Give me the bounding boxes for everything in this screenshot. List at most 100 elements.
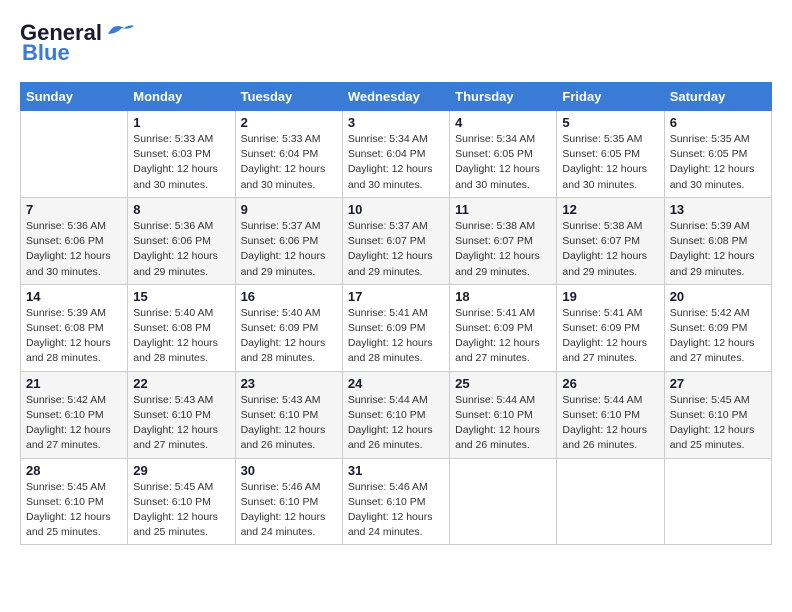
calendar-cell: 9 Sunrise: 5:37 AM Sunset: 6:06 PM Daylig…: [235, 197, 342, 284]
day-number: 19: [562, 289, 658, 304]
day-info: Sunrise: 5:44 AM Sunset: 6:10 PM Dayligh…: [348, 393, 444, 454]
day-info: Sunrise: 5:36 AM Sunset: 6:06 PM Dayligh…: [26, 219, 122, 280]
day-info: Sunrise: 5:35 AM Sunset: 6:05 PM Dayligh…: [670, 132, 766, 193]
day-info: Sunrise: 5:42 AM Sunset: 6:09 PM Dayligh…: [670, 306, 766, 367]
day-info: Sunrise: 5:40 AM Sunset: 6:08 PM Dayligh…: [133, 306, 229, 367]
day-number: 27: [670, 376, 766, 391]
calendar-cell: 16Sunrise: 5:40 AM Sunset: 6:09 PM Dayli…: [235, 284, 342, 371]
day-info: Sunrise: 5:46 AM Sunset: 6:10 PM Dayligh…: [348, 480, 444, 541]
day-number: 7: [26, 202, 122, 217]
calendar-cell: 4 Sunrise: 5:34 AM Sunset: 6:05 PM Daylig…: [450, 111, 557, 198]
day-number: 23: [241, 376, 337, 391]
day-number: 14: [26, 289, 122, 304]
day-info: Sunrise: 5:43 AM Sunset: 6:10 PM Dayligh…: [241, 393, 337, 454]
calendar-cell: 21Sunrise: 5:42 AM Sunset: 6:10 PM Dayli…: [21, 371, 128, 458]
day-info: Sunrise: 5:45 AM Sunset: 6:10 PM Dayligh…: [26, 480, 122, 541]
day-number: 4: [455, 115, 551, 130]
day-info: Sunrise: 5:38 AM Sunset: 6:07 PM Dayligh…: [562, 219, 658, 280]
logo-bird-icon: [104, 20, 136, 40]
calendar-cell: 6 Sunrise: 5:35 AM Sunset: 6:05 PM Daylig…: [664, 111, 771, 198]
day-info: Sunrise: 5:40 AM Sunset: 6:09 PM Dayligh…: [241, 306, 337, 367]
calendar-cell: [21, 111, 128, 198]
day-number: 18: [455, 289, 551, 304]
calendar-cell: 25Sunrise: 5:44 AM Sunset: 6:10 PM Dayli…: [450, 371, 557, 458]
calendar-cell: 28 Sunrise: 5:45 AM Sunset: 6:10 PM Dayli…: [21, 458, 128, 545]
weekday-header-wednesday: Wednesday: [342, 83, 449, 111]
day-number: 15: [133, 289, 229, 304]
calendar-cell: 3 Sunrise: 5:34 AM Sunset: 6:04 PM Daylig…: [342, 111, 449, 198]
day-number: 29: [133, 463, 229, 478]
day-number: 28: [26, 463, 122, 478]
calendar-cell: 27 Sunrise: 5:45 AM Sunset: 6:10 PM Dayli…: [664, 371, 771, 458]
calendar-cell: [664, 458, 771, 545]
day-number: 12: [562, 202, 658, 217]
week-row-4: 21Sunrise: 5:42 AM Sunset: 6:10 PM Dayli…: [21, 371, 772, 458]
weekday-header-thursday: Thursday: [450, 83, 557, 111]
day-number: 9: [241, 202, 337, 217]
week-row-5: 28 Sunrise: 5:45 AM Sunset: 6:10 PM Dayli…: [21, 458, 772, 545]
day-info: Sunrise: 5:33 AM Sunset: 6:03 PM Dayligh…: [133, 132, 229, 193]
calendar-cell: 2 Sunrise: 5:33 AM Sunset: 6:04 PM Daylig…: [235, 111, 342, 198]
day-number: 13: [670, 202, 766, 217]
logo: General Blue: [20, 20, 136, 66]
day-info: Sunrise: 5:37 AM Sunset: 6:06 PM Dayligh…: [241, 219, 337, 280]
day-number: 8: [133, 202, 229, 217]
day-info: Sunrise: 5:35 AM Sunset: 6:05 PM Dayligh…: [562, 132, 658, 193]
day-number: 11: [455, 202, 551, 217]
day-info: Sunrise: 5:38 AM Sunset: 6:07 PM Dayligh…: [455, 219, 551, 280]
day-number: 24: [348, 376, 444, 391]
day-number: 5: [562, 115, 658, 130]
day-number: 20: [670, 289, 766, 304]
day-number: 31: [348, 463, 444, 478]
logo-blue: Blue: [22, 40, 70, 66]
week-row-3: 14 Sunrise: 5:39 AM Sunset: 6:08 PM Dayli…: [21, 284, 772, 371]
calendar-cell: 14 Sunrise: 5:39 AM Sunset: 6:08 PM Dayli…: [21, 284, 128, 371]
day-number: 30: [241, 463, 337, 478]
calendar-cell: 7 Sunrise: 5:36 AM Sunset: 6:06 PM Daylig…: [21, 197, 128, 284]
calendar-cell: 31 Sunrise: 5:46 AM Sunset: 6:10 PM Dayli…: [342, 458, 449, 545]
day-info: Sunrise: 5:42 AM Sunset: 6:10 PM Dayligh…: [26, 393, 122, 454]
calendar-cell: 1 Sunrise: 5:33 AM Sunset: 6:03 PM Daylig…: [128, 111, 235, 198]
day-info: Sunrise: 5:34 AM Sunset: 6:05 PM Dayligh…: [455, 132, 551, 193]
day-info: Sunrise: 5:45 AM Sunset: 6:10 PM Dayligh…: [670, 393, 766, 454]
calendar-cell: 13 Sunrise: 5:39 AM Sunset: 6:08 PM Dayli…: [664, 197, 771, 284]
calendar-cell: 24 Sunrise: 5:44 AM Sunset: 6:10 PM Dayli…: [342, 371, 449, 458]
calendar-cell: [450, 458, 557, 545]
day-number: 17: [348, 289, 444, 304]
calendar-cell: 18Sunrise: 5:41 AM Sunset: 6:09 PM Dayli…: [450, 284, 557, 371]
calendar-cell: 12 Sunrise: 5:38 AM Sunset: 6:07 PM Dayli…: [557, 197, 664, 284]
weekday-header-monday: Monday: [128, 83, 235, 111]
day-info: Sunrise: 5:37 AM Sunset: 6:07 PM Dayligh…: [348, 219, 444, 280]
page-header: General Blue: [20, 20, 772, 66]
calendar-cell: 10Sunrise: 5:37 AM Sunset: 6:07 PM Dayli…: [342, 197, 449, 284]
calendar-cell: 22Sunrise: 5:43 AM Sunset: 6:10 PM Dayli…: [128, 371, 235, 458]
day-info: Sunrise: 5:44 AM Sunset: 6:10 PM Dayligh…: [562, 393, 658, 454]
week-row-1: 1 Sunrise: 5:33 AM Sunset: 6:03 PM Daylig…: [21, 111, 772, 198]
weekday-header-friday: Friday: [557, 83, 664, 111]
day-number: 6: [670, 115, 766, 130]
day-number: 1: [133, 115, 229, 130]
day-info: Sunrise: 5:44 AM Sunset: 6:10 PM Dayligh…: [455, 393, 551, 454]
calendar-cell: 29Sunrise: 5:45 AM Sunset: 6:10 PM Dayli…: [128, 458, 235, 545]
calendar-table: SundayMondayTuesdayWednesdayThursdayFrid…: [20, 82, 772, 545]
day-info: Sunrise: 5:33 AM Sunset: 6:04 PM Dayligh…: [241, 132, 337, 193]
calendar-cell: 11 Sunrise: 5:38 AM Sunset: 6:07 PM Dayli…: [450, 197, 557, 284]
day-number: 2: [241, 115, 337, 130]
calendar-cell: 19Sunrise: 5:41 AM Sunset: 6:09 PM Dayli…: [557, 284, 664, 371]
day-info: Sunrise: 5:39 AM Sunset: 6:08 PM Dayligh…: [670, 219, 766, 280]
day-info: Sunrise: 5:34 AM Sunset: 6:04 PM Dayligh…: [348, 132, 444, 193]
calendar-cell: 23 Sunrise: 5:43 AM Sunset: 6:10 PM Dayli…: [235, 371, 342, 458]
day-number: 3: [348, 115, 444, 130]
weekday-header-saturday: Saturday: [664, 83, 771, 111]
weekday-header-sunday: Sunday: [21, 83, 128, 111]
day-info: Sunrise: 5:36 AM Sunset: 6:06 PM Dayligh…: [133, 219, 229, 280]
calendar-cell: 8 Sunrise: 5:36 AM Sunset: 6:06 PM Daylig…: [128, 197, 235, 284]
day-info: Sunrise: 5:39 AM Sunset: 6:08 PM Dayligh…: [26, 306, 122, 367]
day-number: 26: [562, 376, 658, 391]
weekday-header-tuesday: Tuesday: [235, 83, 342, 111]
calendar-cell: [557, 458, 664, 545]
calendar-cell: 26 Sunrise: 5:44 AM Sunset: 6:10 PM Dayli…: [557, 371, 664, 458]
calendar-cell: 15 Sunrise: 5:40 AM Sunset: 6:08 PM Dayli…: [128, 284, 235, 371]
calendar-cell: 17Sunrise: 5:41 AM Sunset: 6:09 PM Dayli…: [342, 284, 449, 371]
calendar-cell: 5 Sunrise: 5:35 AM Sunset: 6:05 PM Daylig…: [557, 111, 664, 198]
